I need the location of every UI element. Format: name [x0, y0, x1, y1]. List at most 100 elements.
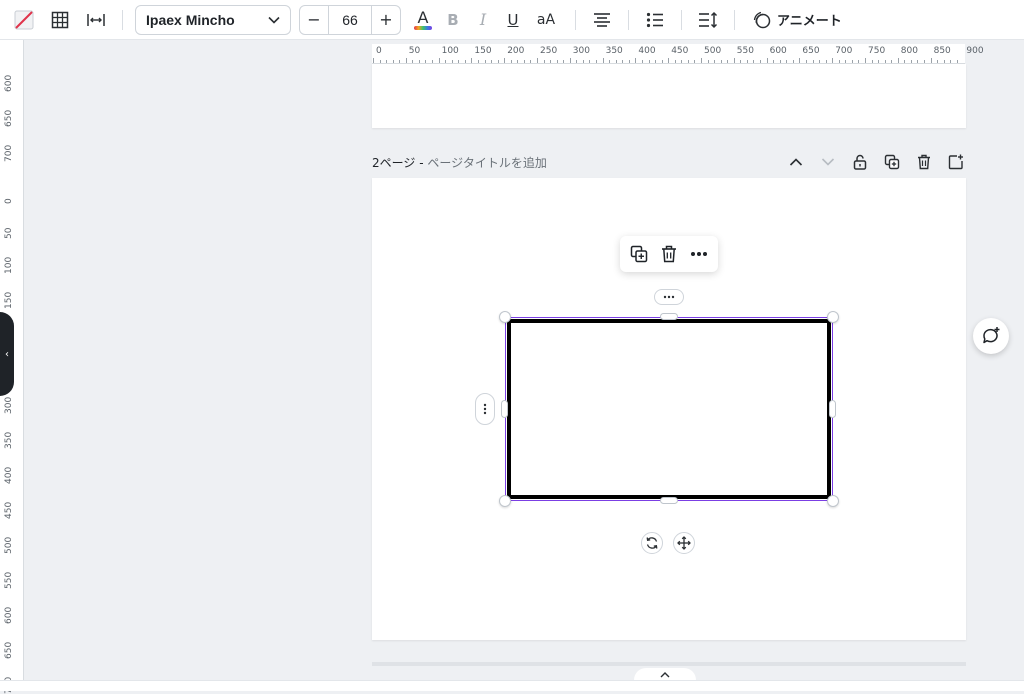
underline-button[interactable]: U	[499, 6, 527, 34]
letter-case-button[interactable]: aA	[529, 6, 563, 34]
ruler-tick-mark	[543, 60, 545, 63]
ruler-tick-mark	[576, 60, 578, 63]
ruler-tick-mark	[924, 60, 926, 63]
side-panel-collapse-handle[interactable]: ‹	[0, 312, 14, 396]
ruler-tick-mark	[504, 58, 506, 63]
ruler-tick-mark	[930, 58, 932, 63]
font-family-select[interactable]: Ipaex Mincho	[135, 4, 291, 35]
ruler-tick-mark	[910, 60, 912, 63]
ruler-tick-mark	[858, 60, 860, 63]
ruler-tick-label: 600	[769, 46, 787, 56]
ruler-tick-mark	[779, 60, 781, 63]
ruler-tick-mark	[392, 60, 394, 63]
ruler-tick-mark	[878, 60, 880, 63]
chevron-down-icon	[821, 158, 835, 166]
ruler-tick-mark	[943, 60, 945, 63]
ruler-tick-mark	[838, 60, 840, 63]
text-toolbar: Ipaex Mincho − 66 + A B I U aA アニメート	[0, 0, 1024, 40]
increase-font-size-button[interactable]: +	[372, 6, 400, 34]
ruler-tick-mark	[628, 60, 630, 63]
resize-handle-bottom-left[interactable]	[499, 495, 511, 507]
ruler-tick-label: 500	[4, 536, 14, 554]
add-page-icon	[948, 154, 963, 170]
ruler-tick-mark	[812, 60, 814, 63]
ruler-tick-mark	[937, 60, 939, 63]
resize-handle-bottom-right[interactable]	[827, 495, 839, 507]
ruler-tick-label: 350	[4, 431, 14, 449]
ruler-tick-label: 900	[966, 46, 984, 56]
move-button[interactable]	[673, 532, 695, 554]
move-page-down-button[interactable]	[818, 152, 838, 172]
resize-handle-bottom[interactable]	[660, 497, 678, 504]
add-page-button[interactable]	[946, 152, 966, 172]
animate-icon	[753, 11, 771, 28]
add-comment-button[interactable]	[973, 318, 1009, 354]
resize-handle-top[interactable]	[660, 313, 678, 320]
no-fill-color-button[interactable]	[10, 6, 38, 34]
animate-button[interactable]: アニメート	[747, 6, 848, 34]
move-page-up-button[interactable]	[786, 152, 806, 172]
ruler-tick-mark	[917, 60, 919, 63]
table-button[interactable]	[46, 6, 74, 34]
ruler-tick-mark	[733, 58, 735, 63]
ruler-tick-label: 200	[507, 46, 525, 56]
line-spacing-button[interactable]	[694, 6, 722, 34]
delete-page-button[interactable]	[914, 152, 934, 172]
rotate-button[interactable]	[641, 532, 663, 554]
ruler-tick-label: 700	[4, 144, 14, 162]
font-size-stepper: − 66 +	[299, 4, 401, 35]
duplicate-icon	[884, 154, 900, 170]
bold-button[interactable]: B	[439, 6, 467, 34]
ruler-tick-mark	[517, 60, 519, 63]
ruler-tick-mark	[760, 60, 762, 63]
ruler-tick-label: 250	[540, 46, 558, 56]
font-size-input[interactable]: 66	[328, 5, 372, 34]
align-button[interactable]	[588, 6, 616, 34]
comment-add-icon	[983, 327, 1000, 344]
italic-button[interactable]: I	[469, 6, 497, 34]
ruler-tick-mark	[897, 58, 899, 63]
ruler-tick-mark	[714, 60, 716, 63]
ruler-tick-mark	[563, 60, 565, 63]
previous-page-canvas[interactable]	[372, 64, 966, 128]
ruler-tick-label: 800	[900, 46, 918, 56]
ruler-tick-label: 400	[4, 466, 14, 484]
text-format-group: A B I U aA	[409, 6, 563, 34]
resize-handle-left[interactable]	[501, 400, 508, 418]
resize-handle-top-left[interactable]	[499, 311, 511, 323]
text-color-button[interactable]: A	[409, 6, 437, 34]
resize-handle-right[interactable]	[829, 400, 836, 418]
more-options-button[interactable]	[686, 241, 712, 267]
delete-element-button[interactable]	[656, 241, 682, 267]
ruler-tick-mark	[635, 58, 637, 63]
ruler-tick-mark	[418, 60, 420, 63]
resize-handle-top-right[interactable]	[827, 311, 839, 323]
ruler-tick-mark	[373, 58, 374, 63]
ruler-tick-label: 550	[4, 571, 14, 589]
ruler-tick-mark	[405, 58, 407, 63]
ruler-tick-mark	[792, 60, 794, 63]
duplicate-icon	[630, 245, 648, 263]
ruler-tick-mark	[432, 60, 434, 63]
lock-page-button[interactable]	[850, 152, 870, 172]
chevron-down-icon	[268, 16, 280, 24]
list-button[interactable]	[641, 6, 669, 34]
ruler-tick-mark	[602, 58, 604, 63]
align-center-icon	[594, 12, 610, 27]
page-title-placeholder[interactable]: ページタイトルを追加	[427, 156, 547, 170]
duplicate-page-button[interactable]	[882, 152, 902, 172]
element-side-more-pill[interactable]	[475, 393, 495, 425]
ruler-tick-mark	[615, 60, 617, 63]
ruler-tick-label: 500	[704, 46, 722, 56]
ruler-tick-label: 150	[474, 46, 492, 56]
ruler-tick-mark	[884, 60, 886, 63]
decrease-font-size-button[interactable]: −	[300, 6, 328, 34]
ruler-tick-mark	[819, 60, 821, 63]
ruler-tick-label: 0	[4, 198, 14, 204]
element-more-pill[interactable]	[654, 289, 684, 305]
ruler-tick-label: 600	[4, 74, 14, 92]
duplicate-element-button[interactable]	[626, 241, 652, 267]
spacing-button[interactable]	[82, 6, 110, 34]
ruler-tick-mark	[851, 60, 853, 63]
ruler-tick-mark	[497, 60, 499, 63]
